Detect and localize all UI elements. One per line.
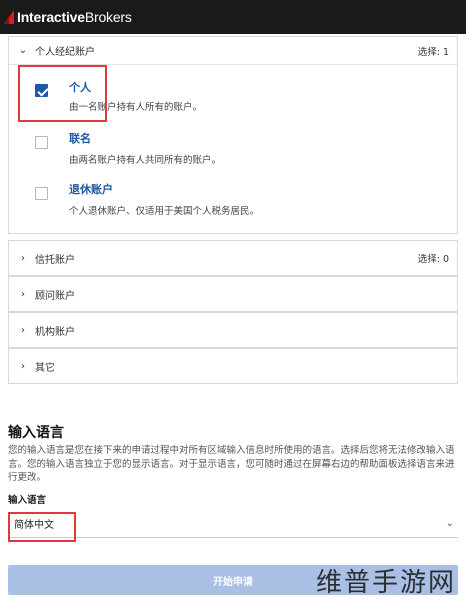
advisor-account-panel[interactable]: › 顾问账户 xyxy=(8,276,458,312)
chevron-right-icon: › xyxy=(21,252,25,264)
option-retirement-desc: 个人退休账户、仅适用于美国个人税务居民。 xyxy=(69,206,260,217)
checkbox-joint[interactable] xyxy=(35,136,48,149)
top-bar: InteractiveBrokers xyxy=(0,0,466,34)
checkbox-retirement[interactable] xyxy=(35,187,48,200)
other-account-panel[interactable]: › 其它 xyxy=(8,348,458,384)
highlight-box xyxy=(18,65,107,122)
highlight-box-language xyxy=(8,512,76,542)
chevron-right-icon: › xyxy=(21,360,25,372)
chevron-down-icon: ⌄ xyxy=(18,45,28,56)
input-language-heading: 输入语言 xyxy=(8,425,64,441)
trust-account-panel[interactable]: › 信托账户 选择: 0 xyxy=(8,240,458,276)
institution-account-title: 机构账户 xyxy=(35,326,75,338)
chevron-right-icon: › xyxy=(21,324,25,336)
option-retirement[interactable]: 退休账户 个人退休账户、仅适用于美国个人税务居民。 xyxy=(9,174,457,224)
brokers-logo-icon xyxy=(4,10,14,24)
personal-account-header[interactable]: ⌄ 个人经纪账户 选择: 1 xyxy=(9,37,457,65)
institution-account-panel[interactable]: › 机构账户 xyxy=(8,312,458,348)
watermark-text: 维普手游网 xyxy=(315,568,456,598)
option-joint-desc: 由两名账户持有人共同所有的账户。 xyxy=(69,155,222,166)
brand-logo-text: InteractiveBrokers xyxy=(17,9,132,25)
chevron-down-icon: ⌄ xyxy=(445,518,454,529)
advisor-account-title: 顾问账户 xyxy=(35,290,75,302)
personal-selection-count: 选择: 1 xyxy=(417,46,449,58)
input-language-description: 您的输入语言是您在接下来的申请过程中对所有区域输入信息时所使用的语言。选择后您将… xyxy=(8,445,455,483)
option-joint[interactable]: 联名 由两名账户持有人共同所有的账户。 xyxy=(9,121,457,171)
personal-account-title: 个人经纪账户 xyxy=(35,47,95,58)
input-language-label: 输入语言 xyxy=(8,495,47,506)
trust-selection-count: 选择: 0 xyxy=(417,254,449,265)
trust-account-title: 信托账户 xyxy=(35,254,75,266)
option-joint-title: 联名 xyxy=(69,132,91,145)
option-retirement-title: 退休账户 xyxy=(69,183,113,196)
chevron-right-icon: › xyxy=(21,288,25,300)
other-account-title: 其它 xyxy=(35,362,55,374)
